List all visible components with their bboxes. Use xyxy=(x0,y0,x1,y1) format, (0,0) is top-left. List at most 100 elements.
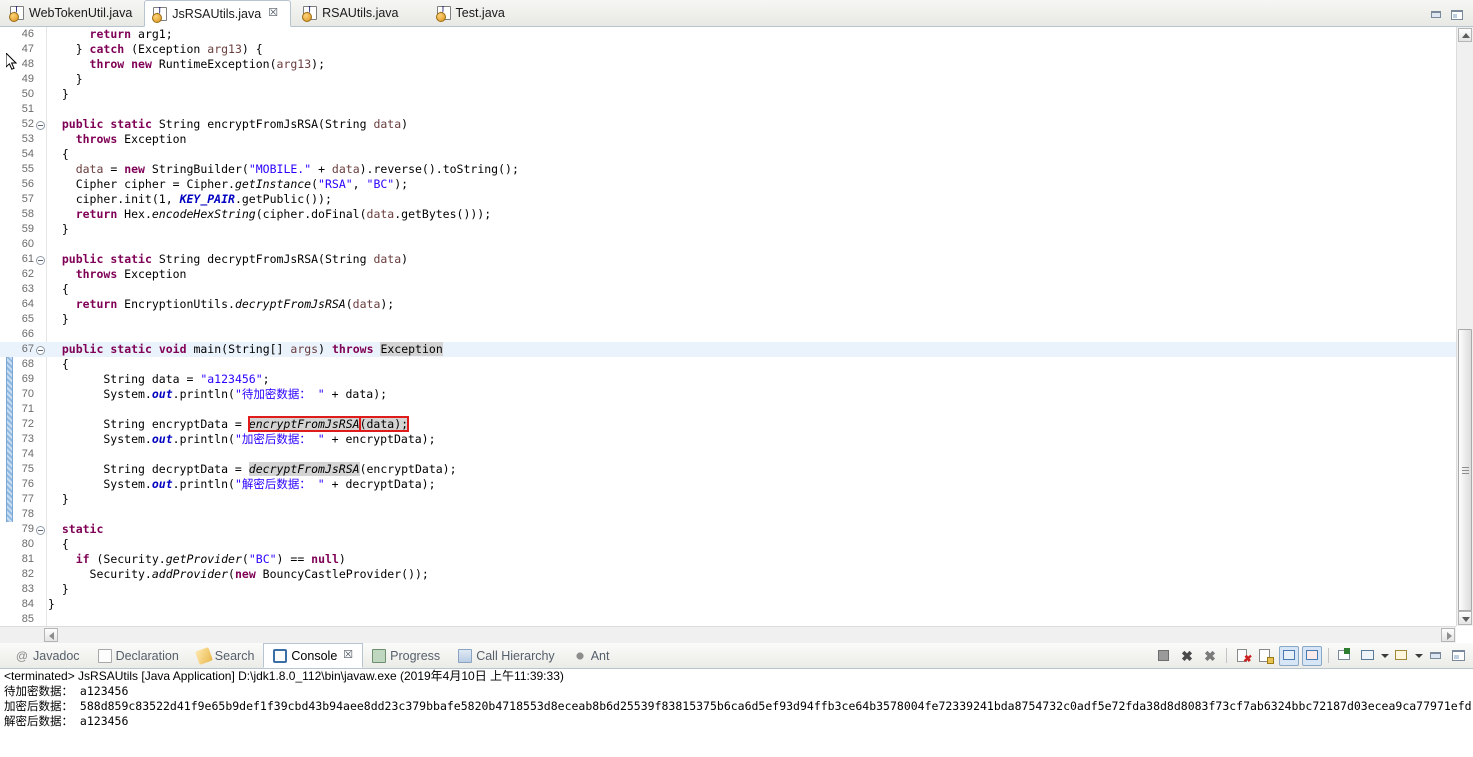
code-line[interactable]: 76 System.out.println("解密后数据： " + decryp… xyxy=(0,477,1456,492)
code-token: } xyxy=(48,87,69,101)
code-line[interactable]: 65 } xyxy=(0,312,1456,327)
scroll-lock-button[interactable] xyxy=(1256,646,1276,666)
code-line[interactable]: 80 { xyxy=(0,537,1456,552)
fold-collapse-icon[interactable] xyxy=(36,121,45,130)
view-tab-search[interactable]: Search xyxy=(188,643,264,668)
minimize-editor-icon[interactable] xyxy=(1429,9,1444,22)
fold-collapse-icon[interactable] xyxy=(36,526,45,535)
code-line[interactable]: 73 System.out.println("加密后数据： " + encryp… xyxy=(0,432,1456,447)
terminate-button[interactable] xyxy=(1154,646,1174,666)
code-line[interactable]: 85 xyxy=(0,612,1456,626)
view-tab-ant[interactable]: Ant xyxy=(564,643,619,668)
console-output[interactable]: <terminated> JsRSAUtils [Java Applicatio… xyxy=(0,668,1473,757)
code-line[interactable]: 64 return EncryptionUtils.decryptFromJsR… xyxy=(0,297,1456,312)
code-token: static xyxy=(110,342,152,356)
code-line[interactable]: 51 xyxy=(0,102,1456,117)
code-line[interactable]: 54 { xyxy=(0,147,1456,162)
code-text: Security.addProvider(new BouncyCastlePro… xyxy=(48,567,429,582)
code-line[interactable]: 79 static xyxy=(0,522,1456,537)
code-line[interactable]: 78 xyxy=(0,507,1456,522)
editor-tab-test[interactable]: Test.java xyxy=(429,0,517,26)
line-number: 71 xyxy=(21,403,34,415)
scroll-left-arrow-icon[interactable] xyxy=(44,628,58,642)
code-token: + data); xyxy=(324,387,388,401)
code-line[interactable]: 55 data = new StringBuilder("MOBILE." + … xyxy=(0,162,1456,177)
scroll-right-arrow-icon[interactable] xyxy=(1441,628,1455,642)
code-line[interactable]: 72 String encryptData = encryptFromJsRSA… xyxy=(0,416,1456,432)
scroll-up-arrow-icon[interactable] xyxy=(1458,28,1472,42)
code-line[interactable]: 57 cipher.init(1, KEY_PAIR.getPublic()); xyxy=(0,192,1456,207)
minimize-view-button[interactable] xyxy=(1426,646,1446,666)
display-selected-console-button[interactable] xyxy=(1358,646,1378,666)
code-token: ; xyxy=(262,372,270,386)
view-tab-console[interactable]: Console ☒ xyxy=(263,643,364,668)
show-console-on-output-button[interactable] xyxy=(1279,645,1299,666)
fold-collapse-icon[interactable] xyxy=(36,256,45,265)
code-line[interactable]: 56 Cipher cipher = Cipher.getInstance("R… xyxy=(0,177,1456,192)
editor-vertical-scrollbar[interactable] xyxy=(1456,27,1473,626)
code-text: String data = "a123456"; xyxy=(48,372,270,387)
code-line[interactable]: 66 xyxy=(0,327,1456,342)
view-tab-label: Console xyxy=(291,648,338,663)
view-tab-javadoc[interactable]: @ Javadoc xyxy=(6,643,89,668)
code-line[interactable]: 50 } xyxy=(0,87,1456,102)
editor-tab-jsrsautils[interactable]: JsRSAUtils.java ☒ xyxy=(144,0,292,27)
fold-collapse-icon[interactable] xyxy=(36,346,45,355)
code-line[interactable]: 47 } catch (Exception arg13) { xyxy=(0,42,1456,57)
code-line[interactable]: 53 throws Exception xyxy=(0,132,1456,147)
code-line[interactable]: 67 public static void main(String[] args… xyxy=(0,342,1456,357)
code-line[interactable]: 82 Security.addProvider(new BouncyCastle… xyxy=(0,567,1456,582)
open-console-button[interactable] xyxy=(1392,646,1412,666)
code-token: ) xyxy=(318,342,332,356)
code-line[interactable]: 83 } xyxy=(0,582,1456,597)
code-text: Cipher cipher = Cipher.getInstance("RSA"… xyxy=(48,177,408,192)
editor-tab-rsautils[interactable]: RSAUtils.java xyxy=(295,0,410,26)
code-text: { xyxy=(48,537,69,552)
code-line[interactable]: 58 return Hex.encodeHexString(cipher.doF… xyxy=(0,207,1456,222)
code-line[interactable]: 81 if (Security.getProvider("BC") == nul… xyxy=(0,552,1456,567)
code-line[interactable]: 59 } xyxy=(0,222,1456,237)
vertical-scroll-thumb[interactable] xyxy=(1458,329,1472,611)
editor-horizontal-scrollbar[interactable] xyxy=(0,626,1456,643)
maximize-editor-icon[interactable] xyxy=(1450,9,1465,22)
code-line[interactable]: 63 { xyxy=(0,282,1456,297)
code-token: .println( xyxy=(172,387,235,401)
close-icon[interactable]: ☒ xyxy=(268,8,278,19)
remove-launch-button[interactable]: ✖ xyxy=(1177,646,1197,666)
view-tab-call-hierarchy[interactable]: Call Hierarchy xyxy=(449,643,564,668)
clear-console-button[interactable]: ✖ xyxy=(1233,646,1253,666)
view-tab-progress[interactable]: Progress xyxy=(363,643,449,668)
code-line[interactable]: 69 String data = "a123456"; xyxy=(0,372,1456,387)
pin-console-button[interactable] xyxy=(1335,646,1355,666)
code-area[interactable]: 46 return arg1; 47 } catch (Exception arg… xyxy=(0,27,1456,626)
code-line[interactable]: 48 throw new RuntimeException(arg13); xyxy=(0,57,1456,72)
code-token: ); xyxy=(380,297,395,311)
code-line[interactable]: 84} xyxy=(0,597,1456,612)
close-icon[interactable]: ☒ xyxy=(343,650,353,661)
code-line[interactable]: 77 } xyxy=(0,492,1456,507)
scroll-down-arrow-icon[interactable] xyxy=(1458,611,1472,625)
code-line[interactable]: 46 return arg1; xyxy=(0,27,1456,42)
code-line[interactable]: 62 throws Exception xyxy=(0,267,1456,282)
maximize-view-button[interactable] xyxy=(1449,646,1469,666)
code-line[interactable]: 71 xyxy=(0,402,1456,417)
code-token: new xyxy=(131,57,152,71)
open-console-dropdown[interactable] xyxy=(1415,653,1423,658)
code-line[interactable]: 70 System.out.println("待加密数据： " + data); xyxy=(0,387,1456,402)
display-selected-console-dropdown[interactable] xyxy=(1381,653,1389,658)
show-console-on-error-button[interactable] xyxy=(1302,645,1322,666)
line-number: 55 xyxy=(21,163,34,175)
view-tab-label: Search xyxy=(214,648,255,663)
java-editor[interactable]: 46 return arg1; 47 } catch (Exception arg… xyxy=(0,27,1473,643)
code-line[interactable]: 49 } xyxy=(0,72,1456,87)
code-line[interactable]: 61 public static String decryptFromJsRSA… xyxy=(0,252,1456,267)
line-number: 69 xyxy=(21,373,34,385)
code-line[interactable]: 68 { xyxy=(0,357,1456,372)
editor-tab-webtokenutil[interactable]: WebTokenUtil.java xyxy=(0,0,144,26)
code-line[interactable]: 74 xyxy=(0,447,1456,462)
code-line[interactable]: 60 xyxy=(0,237,1456,252)
remove-all-terminated-button[interactable]: ✖ xyxy=(1200,646,1220,666)
view-tab-declaration[interactable]: Declaration xyxy=(89,643,188,668)
code-line[interactable]: 52 public static String encryptFromJsRSA… xyxy=(0,117,1456,132)
code-line[interactable]: 75 String decryptData = decryptFromJsRSA… xyxy=(0,462,1456,477)
